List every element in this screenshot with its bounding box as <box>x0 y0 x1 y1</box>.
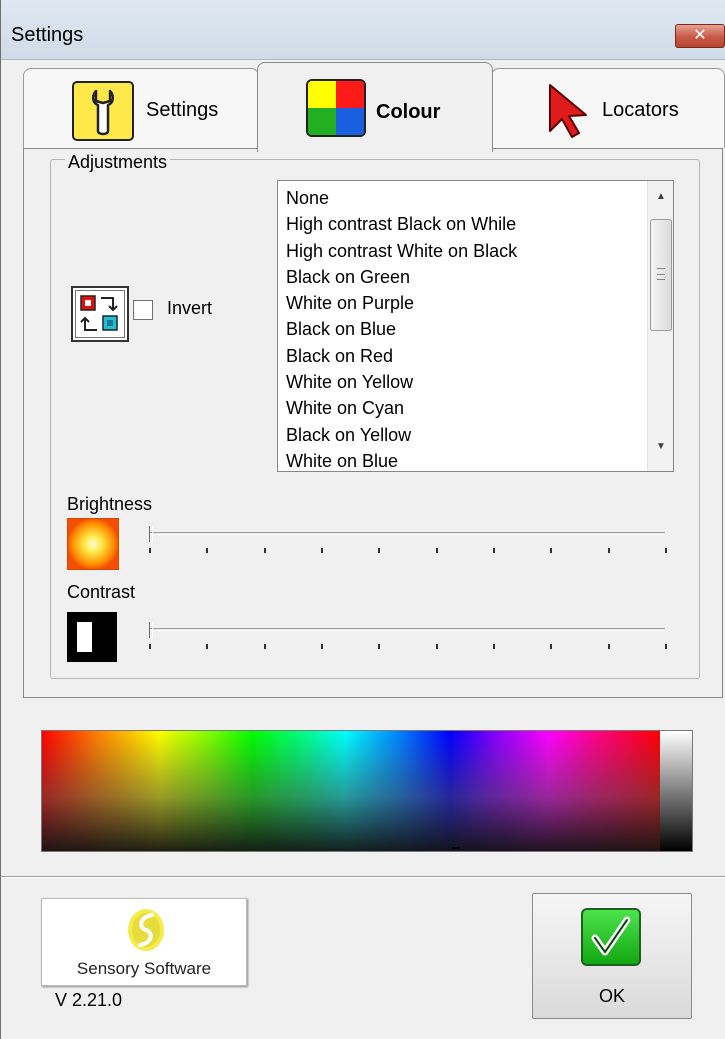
slider-tick <box>550 548 553 553</box>
contrast-slider-thumb[interactable] <box>149 622 153 638</box>
logo-swirl-icon <box>128 909 164 951</box>
slider-tick <box>493 548 495 553</box>
slider-tick <box>435 548 438 553</box>
tab-label: Colour <box>376 101 441 123</box>
list-item[interactable]: White on Blue <box>286 448 643 474</box>
slider-tick <box>149 644 151 649</box>
title-bar: Settings ✕ <box>1 0 725 60</box>
settings-window: Settings ✕ Settings Colour Locators Adju… <box>0 0 725 1039</box>
slider-tick <box>493 644 495 649</box>
cursor-arrow-icon <box>549 84 587 138</box>
invert-checkbox[interactable] <box>133 300 153 320</box>
slider-tick <box>263 644 266 649</box>
adjustments-group: Adjustments Invert None High contrast Bla… <box>50 152 700 679</box>
brightness-slider[interactable] <box>149 532 665 535</box>
window-title: Settings <box>11 24 84 46</box>
tab-label: Locators <box>602 99 679 121</box>
invert-label: Invert <box>167 298 213 318</box>
slider-tick <box>206 548 209 553</box>
list-item[interactable]: None <box>286 185 643 211</box>
scroll-up-arrow-icon[interactable]: ▲ <box>648 191 674 211</box>
checkmark-icon <box>581 908 641 966</box>
divider <box>1 876 725 878</box>
colour-quadrant-icon <box>306 79 366 137</box>
contrast-icon <box>67 612 117 662</box>
list-item[interactable]: Black on Yellow <box>286 422 643 448</box>
slider-tick <box>378 548 381 553</box>
list-item[interactable]: White on Purple <box>286 290 643 316</box>
ok-button[interactable]: OK <box>532 893 692 1019</box>
brightness-sun-icon <box>66 517 120 571</box>
brightness-slider-thumb[interactable] <box>149 526 153 542</box>
scroll-down-arrow-icon[interactable]: ▼ <box>648 441 674 461</box>
brightness-label: Brightness <box>67 494 153 514</box>
wrench-icon <box>72 81 134 141</box>
list-item[interactable]: High contrast Black on While <box>286 211 643 237</box>
list-item[interactable]: White on Cyan <box>286 395 643 421</box>
sensory-software-logo: Sensory Software <box>41 898 247 986</box>
close-icon: ✕ <box>693 27 707 44</box>
invert-colours-icon <box>71 286 129 342</box>
slider-tick <box>149 548 151 553</box>
colour-spectrum-picker[interactable] <box>41 730 693 852</box>
ok-label: OK <box>598 986 625 1006</box>
close-button[interactable]: ✕ <box>675 24 725 48</box>
tab-settings[interactable]: Settings <box>23 68 259 148</box>
list-item[interactable]: Black on Red <box>286 343 643 369</box>
list-item[interactable]: Black on Blue <box>286 316 643 342</box>
tab-label: Settings <box>146 99 219 121</box>
spectrum-marker <box>452 847 460 849</box>
slider-tick <box>665 644 667 649</box>
grayscale-gradient[interactable] <box>660 731 692 851</box>
slider-tick <box>263 548 266 553</box>
slider-tick <box>321 548 323 553</box>
slider-tick <box>435 644 438 649</box>
slider-tick <box>321 644 323 649</box>
list-item[interactable]: Black on Green <box>286 264 643 290</box>
colour-scheme-list[interactable]: None High contrast Black on While High con… <box>277 180 674 472</box>
tab-locators[interactable]: Locators <box>491 68 725 148</box>
slider-tick <box>607 644 610 649</box>
adjustments-legend: Adjustments <box>65 152 171 173</box>
slider-tick <box>665 548 667 553</box>
slider-tick <box>607 548 610 553</box>
slider-tick <box>206 644 209 649</box>
colour-scheme-items: None High contrast Black on While High con… <box>286 185 643 474</box>
hue-gradient[interactable] <box>42 731 660 851</box>
version-label: V 2.21.0 <box>55 990 123 1010</box>
logo-text: Sensory Software <box>76 959 212 978</box>
colour-tab-panel: Adjustments Invert None High contrast Bla… <box>23 148 723 698</box>
slider-tick <box>378 644 381 649</box>
slider-tick <box>550 644 553 649</box>
tab-colour[interactable]: Colour <box>257 62 493 152</box>
list-item[interactable]: High contrast White on Black <box>286 238 643 264</box>
contrast-label: Contrast <box>67 582 136 602</box>
list-scrollbar[interactable]: ▲ ▼ <box>647 181 673 471</box>
scroll-thumb[interactable] <box>650 219 672 331</box>
list-item[interactable]: White on Yellow <box>286 369 643 395</box>
contrast-slider[interactable] <box>149 628 665 631</box>
